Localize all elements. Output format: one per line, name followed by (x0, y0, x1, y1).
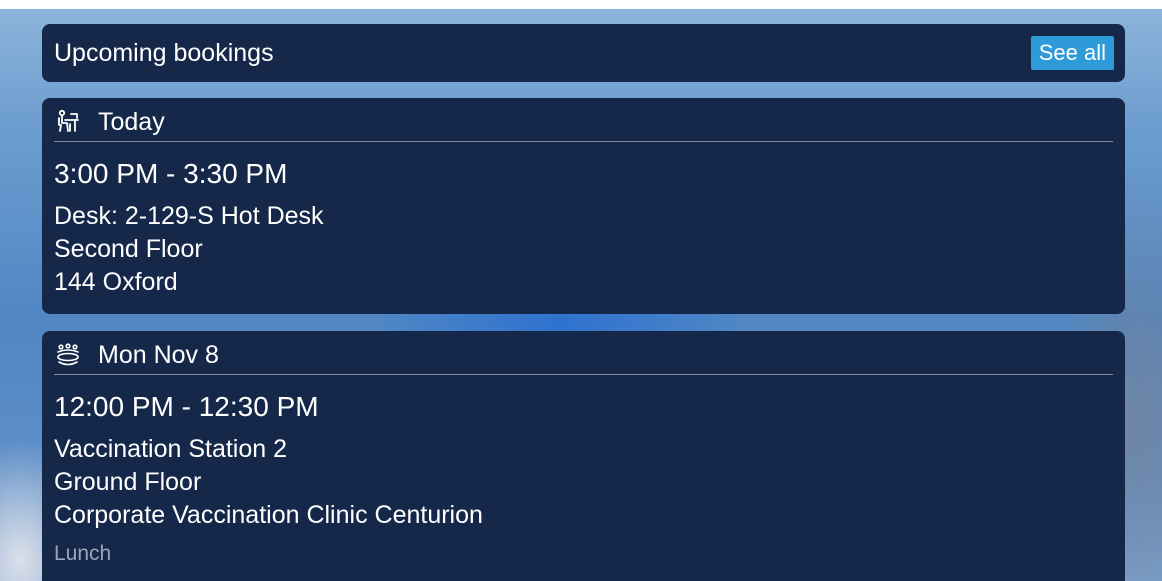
booking-card[interactable]: Mon Nov 8 12:00 PM - 12:30 PM Vaccinatio… (42, 331, 1125, 581)
see-all-button[interactable]: See all (1030, 36, 1114, 70)
booking-floor: Second Floor (54, 235, 203, 263)
upcoming-bookings-header: Upcoming bookings See all (42, 24, 1125, 82)
booking-resource: Desk: 2-129-S Hot Desk (54, 202, 324, 230)
booking-date: Mon Nov 8 (98, 341, 219, 369)
booking-resource: Vaccination Station 2 (54, 435, 288, 463)
booking-header: Mon Nov 8 (54, 339, 219, 371)
top-edge (0, 0, 1162, 9)
booking-note: Lunch (54, 542, 112, 565)
booking-card[interactable]: Today 3:00 PM - 3:30 PM Desk: 2-129-S Ho… (42, 98, 1125, 314)
booking-date: Today (98, 108, 165, 136)
desk-person-icon (54, 108, 82, 136)
booking-header: Today (54, 106, 165, 138)
divider (54, 374, 1113, 375)
meeting-table-icon (54, 341, 82, 369)
booking-time: 12:00 PM - 12:30 PM (54, 391, 319, 422)
booking-floor: Ground Floor (54, 468, 202, 496)
booking-building: 144 Oxford (54, 268, 178, 296)
divider (54, 141, 1113, 142)
booking-building: Corporate Vaccination Clinic Centurion (54, 501, 483, 529)
booking-time: 3:00 PM - 3:30 PM (54, 158, 288, 189)
section-title: Upcoming bookings (54, 39, 274, 67)
